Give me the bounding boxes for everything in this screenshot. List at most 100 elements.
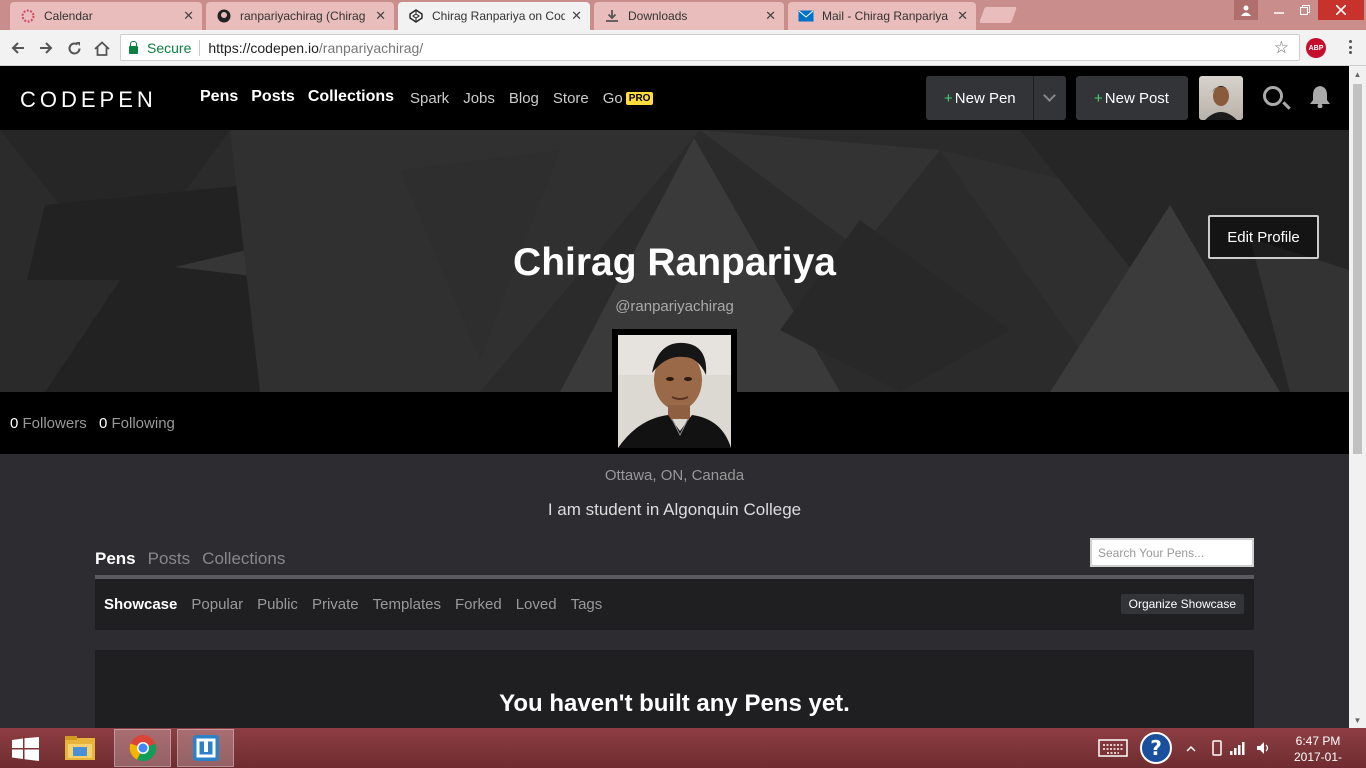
new-pen-label: New Pen <box>954 89 1016 107</box>
main-nav: Pens Posts Collections <box>200 88 394 106</box>
profile-photo-image <box>618 335 731 448</box>
svg-text:?: ? <box>1150 736 1162 760</box>
lock-icon <box>129 40 138 54</box>
filter-showcase[interactable]: Showcase <box>104 596 177 613</box>
browser-tab-downloads[interactable]: Downloads ✕ <box>594 2 784 30</box>
nav-store[interactable]: Store <box>553 90 589 107</box>
forward-arrow-icon[interactable] <box>34 36 58 60</box>
filter-templates[interactable]: Templates <box>373 596 441 613</box>
volume-icon[interactable] <box>1256 728 1272 768</box>
followers-label: Followers <box>22 415 87 432</box>
new-post-label: New Post <box>1104 89 1169 107</box>
browser-tab-calendar[interactable]: Calendar ✕ <box>10 2 202 30</box>
network-signal-icon[interactable] <box>1230 728 1246 768</box>
nav-jobs[interactable]: Jobs <box>463 90 495 107</box>
scroll-up-arrow-icon[interactable]: ▲ <box>1349 66 1366 82</box>
bell-icon[interactable] <box>1309 84 1330 109</box>
tab-collections[interactable]: Collections <box>202 549 285 569</box>
secure-label: Secure <box>147 39 192 56</box>
plus-icon: + <box>1094 89 1103 107</box>
followers-link[interactable]: 0 Followers <box>10 415 87 432</box>
close-window-icon[interactable] <box>1318 0 1364 20</box>
codepen-logo[interactable]: CODEPEN <box>20 87 157 113</box>
close-tab-icon[interactable]: ✕ <box>957 8 968 24</box>
nav-go[interactable]: Go PRO <box>603 90 654 107</box>
folder-icon <box>64 736 95 760</box>
nav-spark[interactable]: Spark <box>410 90 449 107</box>
filter-loved[interactable]: Loved <box>516 596 557 613</box>
tab-pens[interactable]: Pens <box>95 549 136 569</box>
user-profile-icon[interactable] <box>1234 0 1258 20</box>
home-icon[interactable] <box>90 36 114 60</box>
new-post-button[interactable]: + New Post <box>1076 76 1188 120</box>
followers-count: 0 <box>10 415 19 432</box>
browser-menu-icon[interactable] <box>1344 37 1356 57</box>
empty-state-panel: You haven't built any Pens yet. <box>95 650 1254 728</box>
new-pen-button[interactable]: + New Pen <box>926 76 1066 120</box>
scroll-down-arrow-icon[interactable]: ▼ <box>1349 712 1366 728</box>
nav-pens[interactable]: Pens <box>200 88 238 106</box>
new-tab-button[interactable] <box>979 7 1017 23</box>
plus-icon: + <box>944 89 953 107</box>
address-bar[interactable]: Secure https://codepen.io/ranpariyachira… <box>120 34 1300 61</box>
windows-taskbar: ? 6:47 PM 2017-01-17 <box>0 728 1366 768</box>
browser-tab-strip: Calendar ✕ ranpariyachirag (Chirag R ✕ C… <box>0 0 1366 30</box>
mail-icon <box>798 8 814 24</box>
filter-public[interactable]: Public <box>257 596 298 613</box>
bookmark-star-icon[interactable]: ☆ <box>1274 38 1289 58</box>
organize-showcase-button[interactable]: Organize Showcase <box>1120 594 1244 614</box>
browser-toolbar: Secure https://codepen.io/ranpariyachira… <box>0 30 1366 66</box>
close-tab-icon[interactable]: ✕ <box>765 8 776 24</box>
system-clock[interactable]: 6:47 PM 2017-01-17 <box>1288 733 1348 768</box>
close-tab-icon[interactable]: ✕ <box>183 8 194 24</box>
taskbar-app[interactable] <box>177 729 234 767</box>
minimize-window-icon[interactable] <box>1266 0 1292 20</box>
restore-window-icon[interactable] <box>1292 0 1318 20</box>
browser-tab-title: Downloads <box>628 9 688 23</box>
taskbar-chrome[interactable] <box>114 729 171 767</box>
nav-posts[interactable]: Posts <box>251 88 295 106</box>
browser-tab-mail[interactable]: Mail - Chirag Ranpariya - ✕ <box>788 2 976 30</box>
profile-location: Ottawa, ON, Canada <box>604 467 745 484</box>
search-icon[interactable] <box>1263 86 1283 106</box>
nav-collections[interactable]: Collections <box>308 88 394 106</box>
page-scrollbar[interactable]: ▲ ▼ <box>1349 66 1366 728</box>
windows-start-icon[interactable] <box>12 737 39 761</box>
clock-time: 6:47 PM <box>1295 734 1341 748</box>
search-pens-input[interactable]: Search Your Pens... <box>1090 538 1254 567</box>
profile-handle: @ranpariyachirag <box>615 298 734 315</box>
browser-tab-codepen[interactable]: Chirag Ranpariya on Cod ✕ <box>398 2 590 30</box>
new-pen-dropdown-toggle[interactable] <box>1033 76 1065 120</box>
scrollbar-thumb[interactable] <box>1353 84 1362 454</box>
filter-popular[interactable]: Popular <box>191 596 243 613</box>
nav-blog[interactable]: Blog <box>509 90 539 107</box>
taskbar-file-explorer[interactable] <box>51 729 108 767</box>
divider <box>199 39 201 56</box>
following-link[interactable]: 0 Following <box>99 415 175 432</box>
content-tabs: Pens Posts Collections <box>95 549 285 569</box>
close-tab-icon[interactable]: ✕ <box>571 8 582 24</box>
chrome-icon <box>129 735 156 762</box>
app-icon <box>192 735 219 761</box>
help-icon[interactable]: ? <box>1140 728 1172 768</box>
back-arrow-icon[interactable] <box>6 36 30 60</box>
url-path: /ranpariyachirag/ <box>318 39 424 56</box>
user-avatar[interactable] <box>1199 76 1243 120</box>
tab-posts[interactable]: Posts <box>148 549 191 569</box>
browser-tab-github[interactable]: ranpariyachirag (Chirag R ✕ <box>206 2 394 30</box>
browser-tab-title: Mail - Chirag Ranpariya - <box>822 9 952 23</box>
filter-private[interactable]: Private <box>312 596 359 613</box>
clock-date: 2017-01-17 <box>1293 750 1343 768</box>
filter-tags[interactable]: Tags <box>571 596 603 613</box>
empty-state-message: You haven't built any Pens yet. <box>499 690 850 717</box>
filter-forked[interactable]: Forked <box>455 596 502 613</box>
reload-icon[interactable] <box>62 36 86 60</box>
adblock-plus-icon[interactable]: ABP <box>1306 38 1326 58</box>
close-tab-icon[interactable]: ✕ <box>375 8 386 24</box>
codepen-icon <box>408 8 424 24</box>
download-icon <box>604 8 620 24</box>
browser-tab-title: Chirag Ranpariya on Cod <box>432 9 566 23</box>
touch-keyboard-icon[interactable] <box>1098 728 1128 768</box>
device-icon[interactable] <box>1212 728 1222 768</box>
show-hidden-icons-icon[interactable] <box>1186 728 1196 768</box>
